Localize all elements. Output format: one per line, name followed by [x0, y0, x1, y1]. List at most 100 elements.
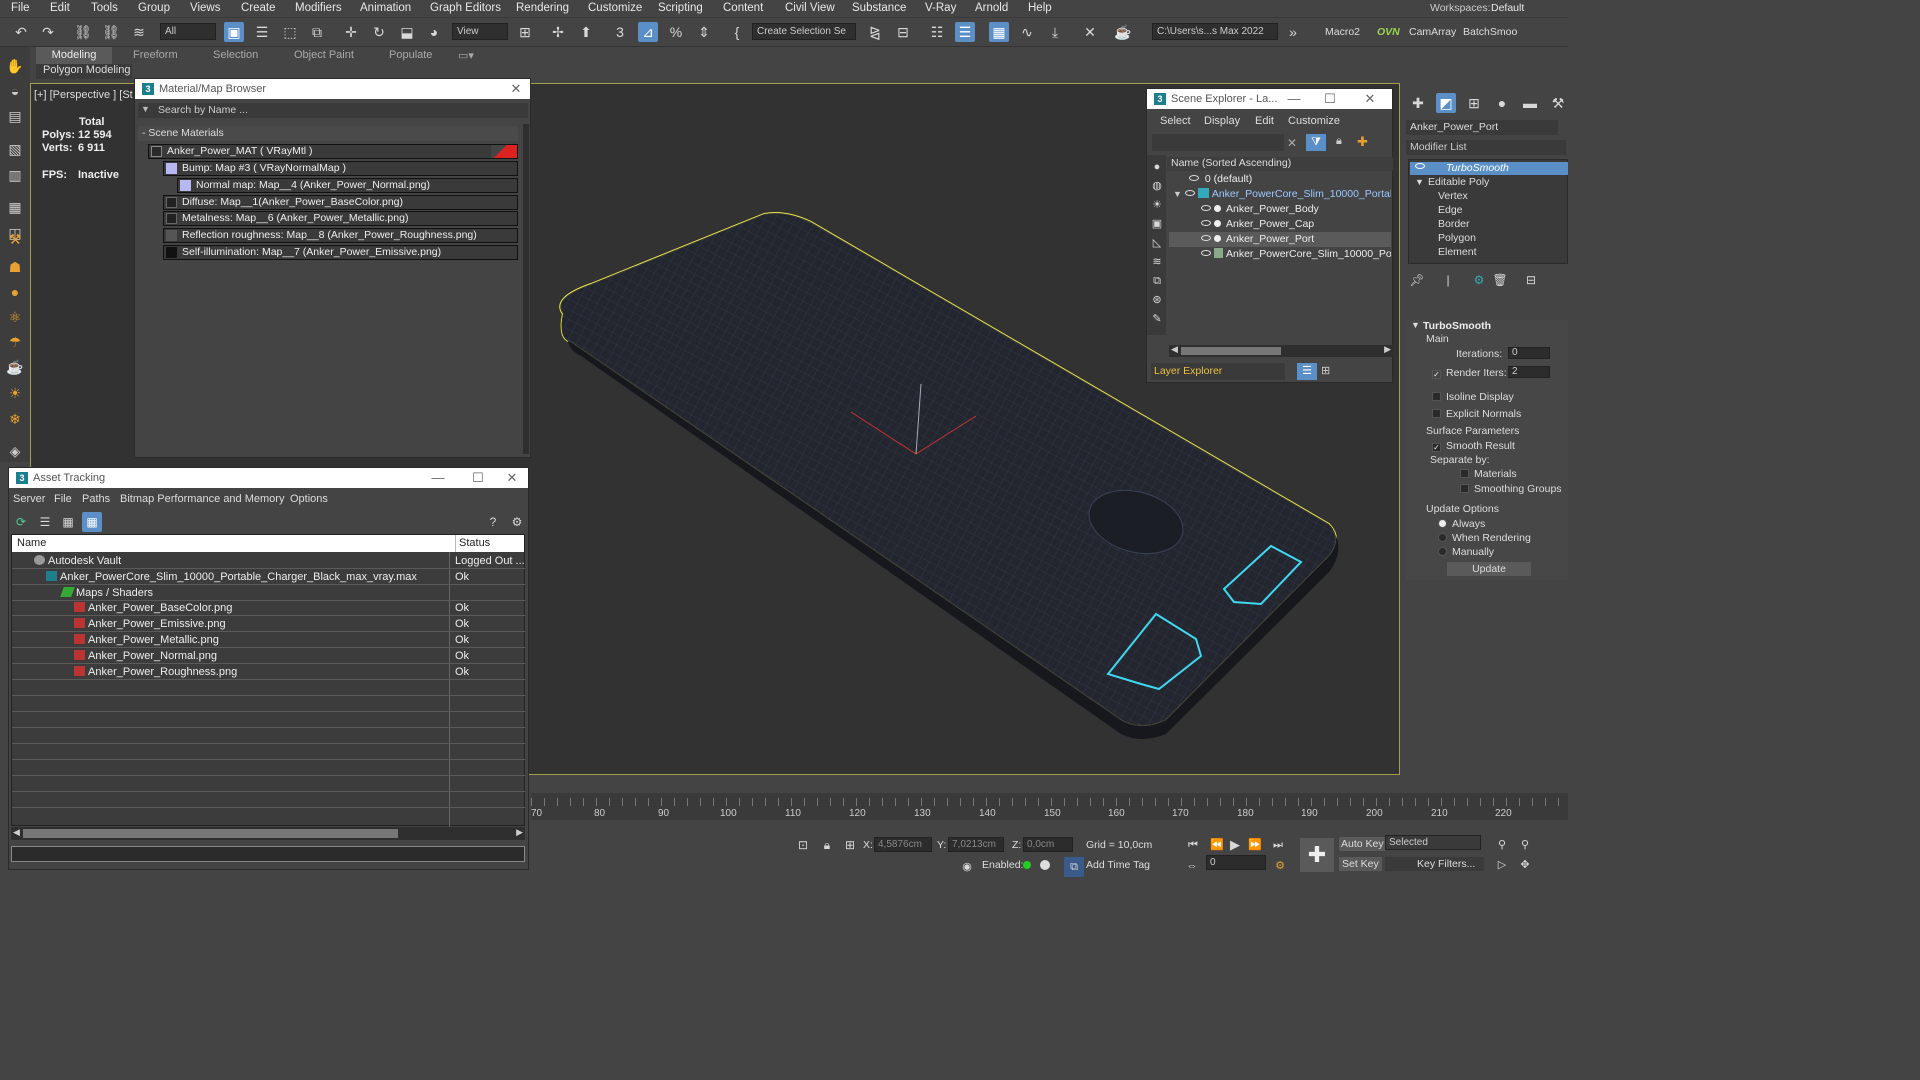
- menu-file[interactable]: File: [54, 493, 72, 505]
- refresh-icon[interactable]: ⟳: [11, 512, 31, 532]
- material-browser-titlebar[interactable]: 3 Material/Map Browser ✕: [135, 79, 530, 99]
- stack-item-turbosmooth[interactable]: TurboSmooth: [1410, 162, 1568, 175]
- asset-row-vault[interactable]: Autodesk Vault Logged Out ...: [12, 554, 525, 569]
- asset-row-maps-shaders[interactable]: Maps / Shaders: [12, 586, 525, 601]
- modify-tab-icon[interactable]: ◩: [1436, 93, 1456, 113]
- tab-object-paint[interactable]: Object Paint: [294, 49, 354, 61]
- align-icon[interactable]: ⊟: [893, 22, 913, 42]
- key-mode-icon[interactable]: ⇔: [1182, 856, 1202, 876]
- display-shapes-icon[interactable]: ◍: [1147, 176, 1167, 196]
- material-row-bump[interactable]: Bump: Map #3 ( VRayNormalMap ): [163, 161, 518, 176]
- settings-icon[interactable]: ⚙: [507, 512, 527, 532]
- collapse-arrow-icon[interactable]: ▼: [1415, 177, 1424, 187]
- selection-filter-dropdown[interactable]: All: [160, 23, 216, 40]
- stack-item-border[interactable]: Border: [1438, 218, 1470, 230]
- select-by-name-icon[interactable]: ☰: [252, 22, 272, 42]
- eye-icon[interactable]: [1184, 190, 1195, 196]
- update-button[interactable]: Update: [1447, 562, 1531, 576]
- help-icon[interactable]: ?: [483, 512, 503, 532]
- menu-server[interactable]: Server: [13, 493, 45, 505]
- y-coord-field[interactable]: 7,0213cm: [948, 837, 1004, 852]
- sphere-icon[interactable]: ●: [5, 282, 25, 302]
- schematic-view-icon[interactable]: ∿: [1017, 22, 1037, 42]
- edit-named-sets-icon[interactable]: {: [727, 22, 747, 42]
- fov-icon[interactable]: ▷: [1492, 855, 1512, 875]
- display-cameras-icon[interactable]: ▣: [1147, 214, 1167, 234]
- chevron-down-icon[interactable]: ▼: [141, 104, 150, 114]
- minimize-icon[interactable]: —: [428, 468, 448, 488]
- display-groups-icon[interactable]: ⧉: [1147, 271, 1167, 291]
- orbit-icon[interactable]: ◒: [5, 81, 25, 101]
- column-name[interactable]: Name: [17, 535, 46, 552]
- material-editor-icon[interactable]: ⤓: [1045, 22, 1065, 42]
- asset-tracking-titlebar[interactable]: 3 Asset Tracking — ☐ ✕: [9, 468, 528, 488]
- absolute-mode-icon[interactable]: ⊞: [840, 835, 860, 855]
- rect-selection-icon[interactable]: ⬚: [280, 22, 300, 42]
- maximize-icon[interactable]: ☐: [468, 468, 488, 488]
- scroll-thumb[interactable]: [23, 829, 398, 838]
- checkbox-icon[interactable]: [1460, 484, 1469, 493]
- stack-item-element[interactable]: Element: [1438, 246, 1477, 258]
- set-key-big-icon[interactable]: ✚: [1300, 838, 1334, 872]
- tab-populate[interactable]: Populate: [389, 49, 432, 61]
- menu-animation[interactable]: Animation: [360, 2, 411, 14]
- ovn-button[interactable]: OVN: [1377, 26, 1400, 38]
- expand-arrow-icon[interactable]: ▼: [1173, 189, 1182, 199]
- scene-row-default-layer[interactable]: 0 (default): [1169, 172, 1391, 187]
- play-icon[interactable]: ▶: [1225, 835, 1245, 855]
- cube-icon[interactable]: ◈: [5, 441, 25, 461]
- pin-stack-icon[interactable]: 📌︎: [1407, 270, 1427, 290]
- utilities-tab-icon[interactable]: ⚒: [1548, 93, 1568, 113]
- stack-item-edge[interactable]: Edge: [1438, 204, 1463, 216]
- iterations-spinner[interactable]: 0: [1508, 347, 1550, 359]
- mirror-icon[interactable]: ⧎: [865, 22, 885, 42]
- close-icon[interactable]: ✕: [506, 79, 526, 99]
- update-always-radio[interactable]: Always: [1438, 518, 1485, 530]
- menu-content[interactable]: Content: [723, 2, 763, 14]
- display-lights-icon[interactable]: ☀: [1147, 195, 1167, 215]
- materials-checkbox[interactable]: Materials: [1460, 468, 1517, 480]
- viewport-label[interactable]: [+] [Perspective ] [St: [34, 89, 133, 101]
- menu-views[interactable]: Views: [190, 2, 220, 14]
- asset-row-roughness[interactable]: Anker_Power_Roughness.png Ok: [12, 665, 525, 680]
- display-xrefs-icon[interactable]: ⊛: [1147, 290, 1167, 310]
- goto-start-icon[interactable]: ⏮: [1183, 835, 1203, 855]
- minimize-icon[interactable]: —: [1284, 89, 1304, 109]
- table-view-icon[interactable]: ▦: [82, 512, 102, 532]
- menu-vray[interactable]: V-Ray: [925, 2, 956, 14]
- asset-row-emissive[interactable]: Anker_Power_Emissive.png Ok: [12, 617, 525, 632]
- workspaces-dropdown[interactable]: Default: [1491, 2, 1524, 14]
- stack-item-editable-poly[interactable]: Editable Poly: [1428, 176, 1489, 188]
- filter-icon[interactable]: ⧩: [1306, 134, 1326, 151]
- rotate-icon[interactable]: ↻: [369, 22, 389, 42]
- current-frame-field[interactable]: 0: [1206, 855, 1266, 870]
- display-spacewarps-icon[interactable]: ≋: [1147, 252, 1167, 272]
- atom-icon[interactable]: ⚛: [5, 307, 25, 327]
- scroll-left-icon[interactable]: ◀: [1171, 344, 1178, 355]
- hammer-icon[interactable]: ⚒: [5, 229, 25, 249]
- toggle-ribbon-icon[interactable]: ☰: [955, 22, 975, 42]
- scroll-thumb[interactable]: [1181, 347, 1281, 355]
- menu-tools[interactable]: Tools: [91, 2, 118, 14]
- batchsmooth-button[interactable]: BatchSmoo: [1463, 26, 1517, 38]
- ribbon-options-icon[interactable]: ▭▾: [458, 49, 474, 62]
- scene-explorer-titlebar[interactable]: 3 Scene Explorer - La... — ☐ ✕: [1147, 89, 1392, 109]
- display-tab-icon[interactable]: ▬: [1520, 93, 1540, 113]
- eye-icon[interactable]: [1189, 175, 1199, 181]
- time-config-icon[interactable]: [1038, 858, 1052, 872]
- material-browser-scrollbar[interactable]: [523, 124, 529, 454]
- angle-snap-icon[interactable]: ⊿: [638, 22, 658, 42]
- project-folder-dropdown[interactable]: C:\Users\s...s Max 2022: [1152, 23, 1278, 40]
- menu-arnold[interactable]: Arnold: [975, 2, 1008, 14]
- menu-help[interactable]: Help: [1028, 2, 1052, 14]
- render-iters-spinner[interactable]: 2: [1508, 366, 1550, 378]
- tab-freeform[interactable]: Freeform: [133, 49, 178, 61]
- menu-edit[interactable]: Edit: [1255, 115, 1274, 127]
- rollout-title[interactable]: TurboSmooth: [1423, 320, 1491, 332]
- asset-hscrollbar[interactable]: ◀ ▶: [11, 827, 525, 840]
- checkbox-checked-icon[interactable]: ✓: [1432, 370, 1441, 379]
- rollout-collapse-icon[interactable]: ▼: [1411, 320, 1420, 330]
- scene-search-input[interactable]: [1152, 134, 1284, 151]
- chevron-right-icon[interactable]: »: [1283, 22, 1303, 42]
- named-selection-set-dropdown[interactable]: Create Selection Se: [752, 23, 856, 40]
